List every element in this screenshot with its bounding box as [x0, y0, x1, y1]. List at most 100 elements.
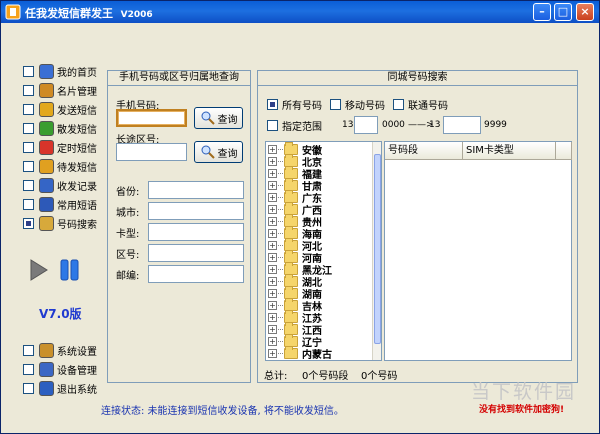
- search-icon: [39, 216, 54, 231]
- sidebar-item-label: 待发短信: [57, 163, 97, 174]
- tree-scrollbar[interactable]: [372, 142, 381, 360]
- sidebar-item-8[interactable]: 号码搜索: [23, 215, 97, 232]
- lookup-field-label: 省份:: [116, 187, 140, 198]
- lookup-field-label: 区号:: [116, 250, 140, 261]
- expand-icon[interactable]: +: [268, 217, 277, 226]
- settings-icon: [39, 343, 54, 358]
- sidebar-checkbox[interactable]: [23, 364, 34, 375]
- sidebar-item-label: 发送短信: [57, 106, 97, 117]
- lookup-field-label: 城市:: [116, 208, 140, 219]
- sidebar-item-label: 系统设置: [57, 347, 97, 358]
- expand-icon[interactable]: +: [268, 229, 277, 238]
- sidebar-item-5[interactable]: 待发短信: [23, 158, 97, 175]
- tree-node[interactable]: + 内蒙古: [268, 346, 332, 360]
- area-code-input[interactable]: [116, 143, 187, 161]
- range-to-input[interactable]: [443, 116, 481, 134]
- area-query-button[interactable]: 查询: [194, 141, 243, 163]
- expand-icon[interactable]: +: [268, 265, 277, 274]
- expand-icon[interactable]: +: [268, 325, 277, 334]
- maximize-button[interactable]: □: [554, 3, 572, 21]
- tree-scroll-thumb[interactable]: [374, 154, 381, 344]
- version-label: V7.0版: [39, 307, 82, 321]
- search-option-radio[interactable]: [267, 99, 278, 110]
- expand-icon[interactable]: +: [268, 169, 277, 178]
- sidebar-item-7[interactable]: 常用短语: [23, 196, 97, 213]
- range-to-suffix: 9999: [484, 120, 507, 130]
- sidebar-checkbox[interactable]: [23, 345, 34, 356]
- pause-icon[interactable]: [59, 259, 81, 281]
- sidebar-item-0[interactable]: 我的首页: [23, 63, 97, 80]
- grid-header-sim-type[interactable]: SIM卡类型: [463, 142, 556, 160]
- sidebar-item-label: 退出系统: [57, 385, 97, 396]
- expand-icon[interactable]: +: [268, 301, 277, 310]
- play-icon[interactable]: [29, 259, 49, 281]
- expand-icon[interactable]: +: [268, 253, 277, 262]
- search-option-radio[interactable]: [330, 99, 341, 110]
- mobile-input[interactable]: [116, 109, 187, 127]
- expand-icon[interactable]: +: [268, 349, 277, 358]
- close-button[interactable]: ×: [576, 3, 594, 21]
- results-grid[interactable]: 号码段 SIM卡类型: [384, 141, 572, 361]
- lookup-field-value[interactable]: [148, 223, 244, 241]
- sidebar-checkbox[interactable]: [23, 85, 34, 96]
- sidebar-item-4[interactable]: 定时短信: [23, 139, 97, 156]
- sidebar-item-label: 散发短信: [57, 125, 97, 136]
- sidebar-item-label: 常用短语: [57, 201, 97, 212]
- expand-icon[interactable]: +: [268, 289, 277, 298]
- minimize-button[interactable]: –: [533, 3, 551, 21]
- range-from-prefix: 13: [342, 120, 354, 130]
- range-from-input[interactable]: [354, 116, 378, 134]
- sidebar-checkbox[interactable]: [23, 218, 34, 229]
- search-option-label: 移动号码: [345, 101, 385, 112]
- segments-count: 0个号码段: [302, 371, 349, 382]
- sidebar-item-label: 定时短信: [57, 144, 97, 155]
- sidebar-item-label: 名片管理: [57, 87, 97, 98]
- sidebar-bottom-item-1[interactable]: 设备管理: [23, 361, 97, 378]
- sidebar-checkbox[interactable]: [23, 199, 34, 210]
- sidebar-item-label: 号码搜索: [57, 220, 97, 231]
- expand-icon[interactable]: +: [268, 205, 277, 214]
- search-option-radio[interactable]: [393, 99, 404, 110]
- notebook-icon: [39, 197, 54, 212]
- connection-status: 连接状态: 未能连接到短信收发设备, 将不能收发短信。: [101, 406, 344, 417]
- sidebar-checkbox[interactable]: [23, 66, 34, 77]
- sidebar-item-3[interactable]: 散发短信: [23, 120, 97, 137]
- title-bar[interactable]: 任我发短信群发王 V2006 – □ ×: [1, 1, 599, 23]
- sidebar-checkbox[interactable]: [23, 161, 34, 172]
- send-icon: [39, 102, 54, 117]
- sidebar-checkbox[interactable]: [23, 104, 34, 115]
- chart-icon: [39, 178, 54, 193]
- expand-icon[interactable]: +: [268, 157, 277, 166]
- expand-icon[interactable]: +: [268, 145, 277, 154]
- sidebar-item-2[interactable]: 发送短信: [23, 101, 97, 118]
- sidebar-checkbox[interactable]: [23, 123, 34, 134]
- clock-icon: [39, 140, 54, 155]
- expand-icon[interactable]: +: [268, 181, 277, 190]
- device-icon: [39, 362, 54, 377]
- lookup-field-value[interactable]: [148, 202, 244, 220]
- sidebar-item-6[interactable]: 收发记录: [23, 177, 97, 194]
- lookup-field-value[interactable]: [148, 244, 244, 262]
- sidebar-bottom-item-0[interactable]: 系统设置: [23, 342, 97, 359]
- sidebar-checkbox[interactable]: [23, 142, 34, 153]
- province-tree[interactable]: + 安徽 + 北京 + 福建 + 甘肃 + 广东 + 广西 + 贵州 + 海南 + 河北 + 河南 + 黑龙江 + 湖北 + 湖南…: [265, 141, 382, 361]
- exit-icon: [39, 381, 54, 396]
- expand-icon[interactable]: +: [268, 193, 277, 202]
- range-checkbox[interactable]: [267, 120, 278, 131]
- pending-icon: [39, 159, 54, 174]
- sidebar-checkbox[interactable]: [23, 180, 34, 191]
- app-icon: [5, 4, 21, 20]
- grid-header-segment[interactable]: 号码段: [385, 142, 463, 160]
- expand-icon[interactable]: +: [268, 241, 277, 250]
- sidebar-item-1[interactable]: 名片管理: [23, 82, 97, 99]
- sidebar-item-label: 我的首页: [57, 68, 97, 79]
- expand-icon[interactable]: +: [268, 313, 277, 322]
- expand-icon[interactable]: +: [268, 337, 277, 346]
- lookup-field-value[interactable]: [148, 265, 244, 283]
- mobile-query-button[interactable]: 查询: [194, 107, 243, 129]
- window-title: 任我发短信群发王 V2006: [25, 7, 153, 20]
- sidebar-bottom-item-2[interactable]: 退出系统: [23, 380, 97, 397]
- expand-icon[interactable]: +: [268, 277, 277, 286]
- sidebar-checkbox[interactable]: [23, 383, 34, 394]
- lookup-field-value[interactable]: [148, 181, 244, 199]
